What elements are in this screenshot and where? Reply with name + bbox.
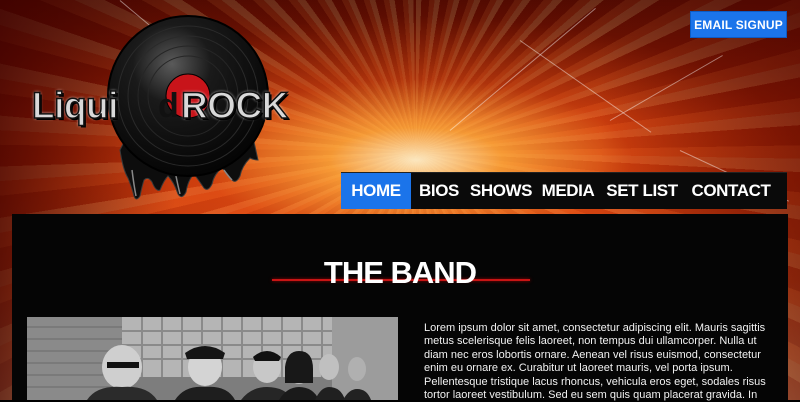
nav-item-contact[interactable]: CONTACT (683, 173, 779, 209)
logo-center-letter: d (158, 87, 179, 125)
band-photo (27, 317, 398, 400)
band-photo-image (27, 317, 398, 400)
band-description: Lorem ipsum dolor sit amet, consectetur … (424, 322, 766, 402)
page-title: THE BAND (323, 255, 477, 290)
nav-item-bios[interactable]: BIOS (411, 173, 467, 209)
logo-text-left: Liqui (31, 85, 119, 126)
email-signup-button[interactable]: EMAIL SIGNUP (690, 11, 787, 38)
nav-item-media[interactable]: MEDIA (535, 173, 601, 209)
liquid-rock-logo[interactable]: Liqui d ROCK (28, 10, 308, 210)
nav-item-home[interactable]: HOME (341, 173, 411, 209)
nav-item-shows[interactable]: SHOWS (467, 173, 535, 209)
logo-text-right: ROCK (180, 85, 289, 126)
nav-item-set-list[interactable]: SET LIST (601, 173, 683, 209)
main-nav: HOME BIOS SHOWS MEDIA SET LIST CONTACT (341, 172, 787, 209)
